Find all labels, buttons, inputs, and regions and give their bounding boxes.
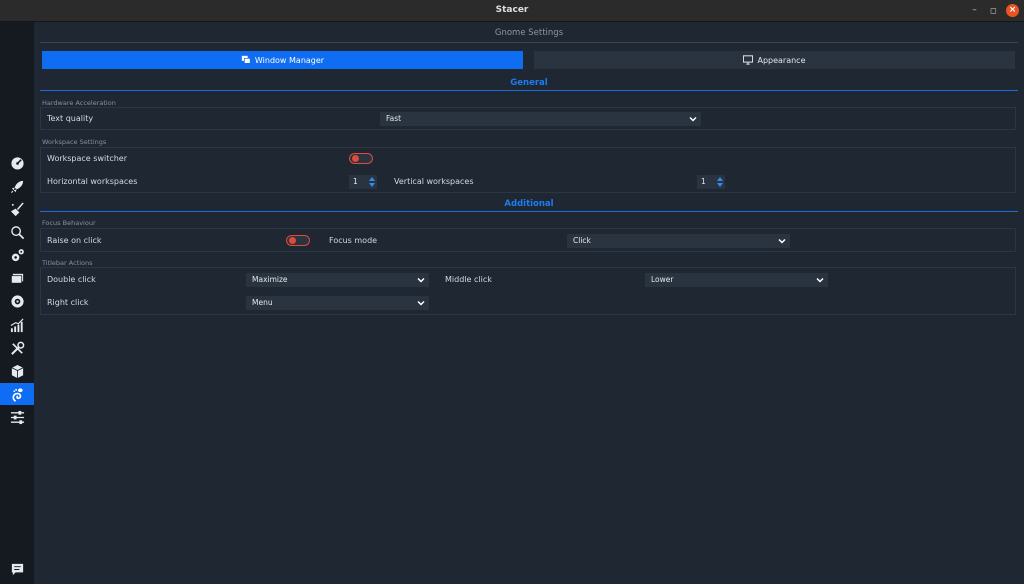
processes-icon [10,273,23,284]
windows-icon [241,55,251,64]
page-title: Gnome Settings [494,28,564,38]
text-quality-combo[interactable]: Fast [380,112,701,126]
uninstaller-icon [10,294,24,308]
window-title: Stacer [495,5,529,15]
spin-down-icon[interactable] [369,183,375,187]
focus-mode-value: Click [573,236,591,245]
sidebar-item-dashboard[interactable] [0,151,34,173]
double-click-value: Maximize [252,275,288,284]
right-click-label: Right click [47,298,89,307]
sidebar-item-services[interactable] [0,244,34,266]
chevron-down-icon [417,277,425,283]
vertical-workspaces-label: Vertical workspaces [394,177,474,186]
raise-on-click-toggle[interactable] [286,235,310,246]
main-content: Gnome Settings Window Manager Appearance… [34,22,1024,584]
tools-icon [10,341,24,355]
sidebar-item-resources[interactable] [0,314,34,336]
raise-on-click-label: Raise on click [47,236,102,245]
focus-mode-combo[interactable]: Click [567,234,790,248]
search-icon [10,225,24,239]
gnome-settings-icon [11,387,23,402]
broom-icon [10,201,24,216]
double-click-label: Double click [47,275,96,284]
sidebar-item-helpers[interactable] [0,337,34,359]
apt-repository-icon [11,364,23,378]
middle-click-value: Lower [651,275,674,284]
sidebar-item-cleaner[interactable] [0,198,34,220]
maximize-button[interactable]: ◻ [987,4,1000,17]
group-focus-behaviour: Focus Behaviour [42,219,96,227]
spin-up-icon[interactable] [717,177,723,181]
chevron-down-icon [417,300,425,306]
sidebar-item-apt-repository[interactable] [0,360,34,382]
window-titlebar: Stacer – ◻ × [0,0,1024,22]
monitor-icon [743,55,754,65]
vertical-workspaces-spinbox[interactable]: 1 [697,175,725,189]
tab-window-manager-label: Window Manager [254,55,325,65]
sidebar-item-feedback[interactable] [0,558,34,580]
right-click-combo[interactable]: Menu [246,296,429,310]
workspace-switcher-toggle[interactable] [349,153,373,164]
group-titlebar-actions: Titlebar Actions [42,259,93,267]
title-divider [40,42,1018,43]
section-additional-divider [40,211,1018,212]
middle-click-label: Middle click [445,275,492,284]
group-hardware-acceleration: Hardware Acceleration [42,99,116,107]
horizontal-workspaces-spinbox[interactable]: 1 [349,175,377,189]
right-click-value: Menu [252,298,273,307]
feedback-icon [11,563,23,575]
sidebar-item-gnome-settings[interactable] [0,383,34,405]
gears-icon [11,248,24,261]
group-workspace-settings: Workspace Settings [42,138,107,146]
section-additional-heading: Additional [504,199,554,209]
toggle-knob [352,155,359,162]
rocket-icon [10,180,23,193]
text-quality-label: Text quality [47,114,94,123]
horizontal-workspaces-label: Horizontal workspaces [47,177,138,186]
sidebar-item-uninstaller[interactable] [0,290,34,312]
minimize-button[interactable]: – [968,4,981,17]
double-click-combo[interactable]: Maximize [246,273,429,287]
dashboard-icon [10,156,24,170]
chevron-down-icon [778,238,786,244]
spin-up-icon[interactable] [369,177,375,181]
close-button[interactable]: × [1006,4,1019,17]
middle-click-combo[interactable]: Lower [645,273,828,287]
tab-appearance[interactable]: Appearance [534,51,1015,69]
sidebar-item-startup[interactable] [0,175,34,197]
chevron-down-icon [689,116,697,122]
section-general-heading: General [510,78,548,88]
text-quality-value: Fast [386,114,402,123]
section-general-divider [40,90,1018,91]
sidebar [0,22,34,584]
sidebar-item-settings[interactable] [0,406,34,428]
panel-titlebar-actions: Double click Maximize Middle click Lower… [40,267,1016,315]
spin-down-icon[interactable] [717,183,723,187]
workspace-switcher-label: Workspace switcher [47,154,128,163]
panel-focus-behaviour: Raise on click Focus mode Click [40,228,1016,252]
chevron-down-icon [816,277,824,283]
toggle-knob [289,237,296,244]
tab-window-manager[interactable]: Window Manager [42,51,523,69]
focus-mode-label: Focus mode [329,236,378,245]
resources-icon [10,318,24,332]
settings-sliders-icon [10,410,24,424]
panel-workspace-settings: Workspace switcher Horizontal workspaces… [40,147,1016,193]
sidebar-item-search[interactable] [0,221,34,243]
sidebar-item-processes[interactable] [0,267,34,289]
horizontal-workspaces-value: 1 [353,177,358,186]
panel-hardware-acceleration: Text quality Fast [40,107,1016,130]
tab-appearance-label: Appearance [757,55,806,65]
vertical-workspaces-value: 1 [701,177,706,186]
